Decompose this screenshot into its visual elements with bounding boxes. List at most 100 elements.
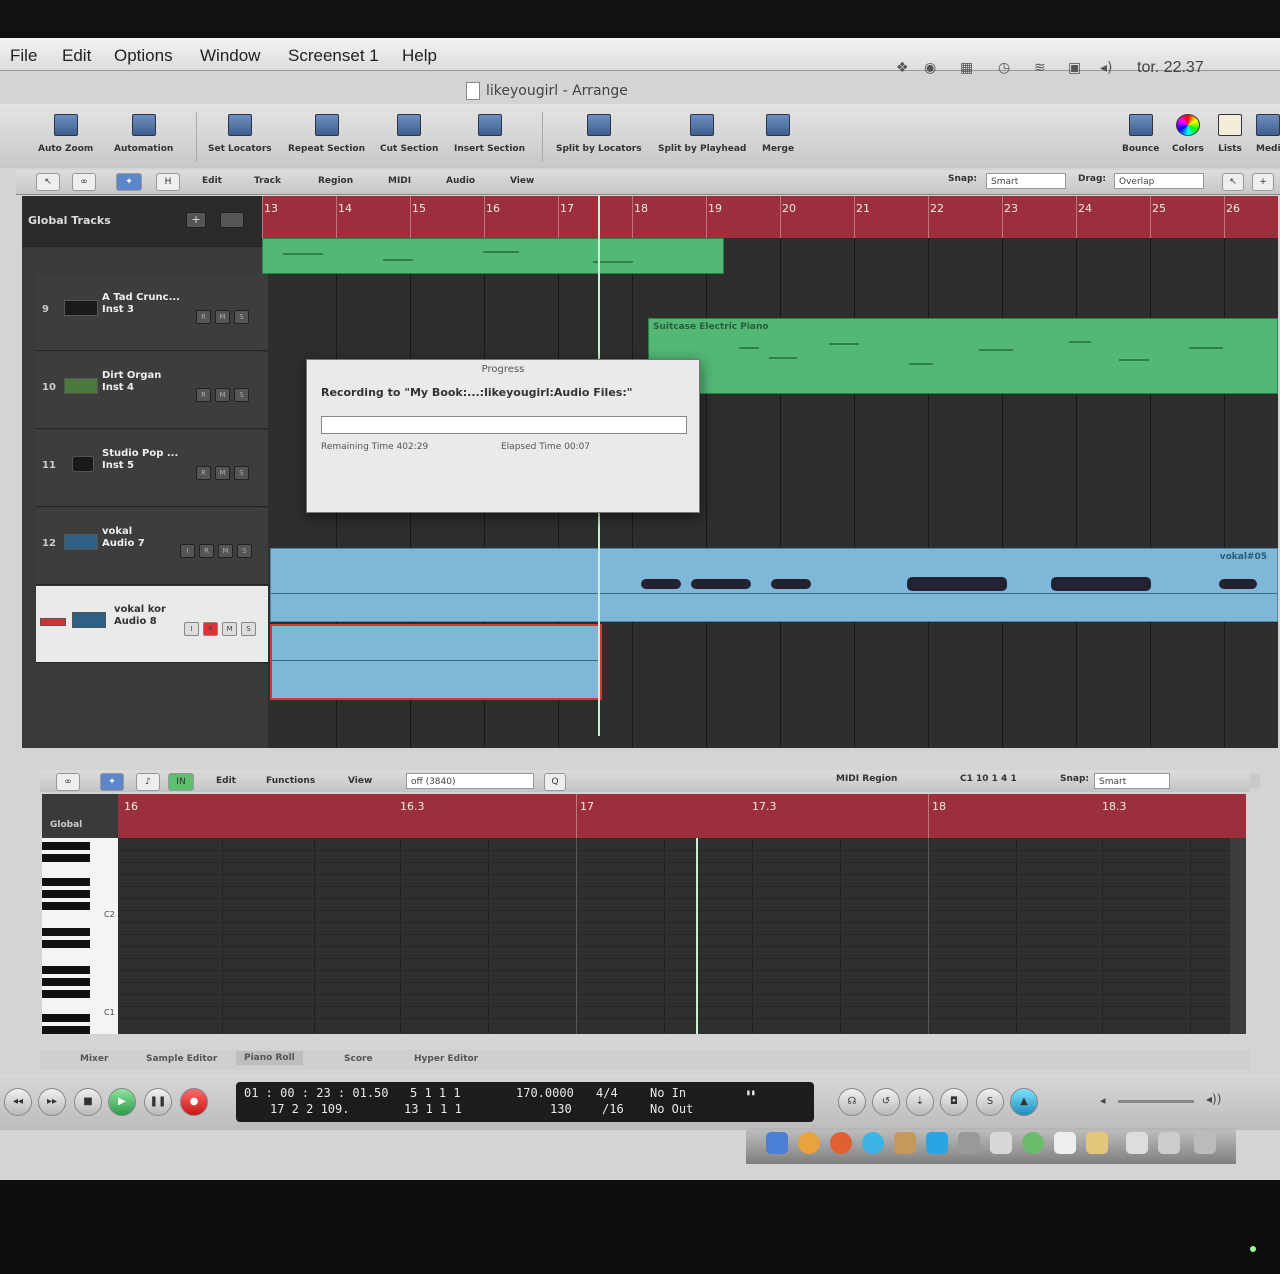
menu-window[interactable]: Window [200, 46, 260, 66]
chrome-icon[interactable] [798, 1132, 820, 1154]
piano-keyboard[interactable]: C2 C1 [42, 838, 118, 1034]
automation-button[interactable]: Automation [114, 114, 173, 154]
skype-icon[interactable] [926, 1132, 948, 1154]
tab-mixer[interactable]: Mixer [80, 1054, 108, 1064]
record-enable-button[interactable]: R [196, 310, 211, 324]
track-row[interactable]: 10 Dirt Organ Inst 4 RMS [36, 352, 268, 429]
record-enable-button[interactable]: R [196, 388, 211, 402]
low-latency-button[interactable]: ☊ [838, 1088, 866, 1116]
calendar-icon[interactable] [1054, 1132, 1076, 1154]
piano-roll-playhead[interactable] [696, 838, 698, 1034]
cut-section-button[interactable]: Cut Section [380, 114, 438, 154]
app-icon[interactable] [958, 1132, 980, 1154]
stop-button[interactable]: ■ [74, 1088, 102, 1116]
app-icon[interactable] [990, 1132, 1012, 1154]
solo-button[interactable]: S [234, 310, 249, 324]
bluetooth-icon[interactable]: ▦ [960, 60, 973, 76]
editor-snap-select[interactable]: Smart [1094, 773, 1170, 789]
trash-icon[interactable] [1194, 1132, 1216, 1154]
add-track-button[interactable]: + [186, 212, 206, 228]
document-icon[interactable] [1126, 1132, 1148, 1154]
crosshair-tool-button[interactable]: + [1252, 173, 1274, 191]
split-by-playhead-button[interactable]: Split by Playhead [658, 114, 746, 154]
audio-region-vokal[interactable]: vokal#05 [270, 548, 1278, 622]
catch-button[interactable]: ✦ [100, 773, 124, 791]
solo-transport-button[interactable]: S [976, 1088, 1004, 1116]
pointer-tool-button[interactable]: ↖ [36, 173, 60, 191]
track-menu[interactable]: Track [254, 173, 281, 189]
midi-menu[interactable]: MIDI [388, 173, 411, 189]
metronome-button[interactable]: ▲ [1010, 1088, 1038, 1116]
mute-button[interactable]: M [222, 622, 237, 636]
tab-score[interactable]: Score [344, 1054, 373, 1064]
rewind-button[interactable]: ◂◂ [4, 1088, 32, 1116]
menu-clock[interactable]: tor. 22.37 [1137, 59, 1204, 77]
record-enable-button[interactable]: R [196, 466, 211, 480]
solo-button[interactable]: S [237, 544, 252, 558]
input-monitor-button[interactable]: I [180, 544, 195, 558]
track-row[interactable]: 9 A Tad Crunc... Inst 3 RMS [36, 274, 268, 351]
colors-button[interactable]: Colors [1172, 114, 1204, 154]
menu-edit[interactable]: Edit [62, 46, 91, 66]
tab-piano-roll[interactable]: Piano Roll [236, 1051, 303, 1065]
quicktime-icon[interactable]: ◉ [924, 60, 936, 76]
menu-options[interactable]: Options [114, 46, 173, 66]
mute-button[interactable]: M [215, 310, 230, 324]
mute-button[interactable]: M [215, 466, 230, 480]
finder-icon[interactable] [766, 1132, 788, 1154]
pause-button[interactable]: ❚❚ [144, 1088, 172, 1116]
autopunch-button[interactable]: ⇣ [906, 1088, 934, 1116]
app-icon[interactable] [894, 1132, 916, 1154]
play-button[interactable]: ▶ [108, 1088, 136, 1116]
insert-section-button[interactable]: Insert Section [454, 114, 525, 154]
solo-button[interactable]: S [241, 622, 256, 636]
editor-functions-menu[interactable]: Functions [266, 773, 315, 789]
midi-out-button[interactable]: ♪ [136, 773, 160, 791]
app-icon[interactable] [1086, 1132, 1108, 1154]
lists-button[interactable]: Lists [1218, 114, 1242, 154]
set-locators-button[interactable]: Set Locators [208, 114, 272, 154]
tab-hyper-editor[interactable]: Hyper Editor [414, 1054, 478, 1064]
record-enable-button[interactable]: R [199, 544, 214, 558]
track-row[interactable]: 12 vokal Audio 7 IRMS [36, 508, 268, 585]
time-machine-icon[interactable]: ◷ [998, 60, 1010, 76]
in-button[interactable]: IN [168, 773, 194, 791]
auto-zoom-button[interactable]: Auto Zoom [38, 114, 93, 154]
master-volume-slider[interactable] [1118, 1100, 1194, 1103]
quantize-q-button[interactable]: Q [544, 773, 566, 791]
editor-view-menu[interactable]: View [348, 773, 372, 789]
quantize-select[interactable]: off (3840) [406, 773, 534, 789]
menu-screenset[interactable]: Screenset 1 [288, 46, 379, 66]
recording-region[interactable] [270, 624, 602, 700]
track-options-button[interactable] [220, 212, 244, 228]
replace-button[interactable]: ◘ [940, 1088, 968, 1116]
cycle-button[interactable]: ↺ [872, 1088, 900, 1116]
media-button[interactable]: Medi [1256, 114, 1280, 154]
piano-roll-global-row[interactable]: Global [42, 794, 118, 838]
document-icon[interactable] [1158, 1132, 1180, 1154]
merge-button[interactable]: Merge [762, 114, 794, 154]
audio-menu[interactable]: Audio [446, 173, 475, 189]
display-icon[interactable]: ▣ [1068, 60, 1081, 76]
track-row-selected[interactable]: vokal kor Audio 8 IRMS [36, 586, 268, 663]
midi-region-electric-piano[interactable]: Suitcase Electric Piano [648, 318, 1278, 394]
global-tracks-row[interactable]: Global Tracks + [22, 196, 262, 247]
solo-button[interactable]: S [234, 466, 249, 480]
mute-button[interactable]: M [218, 544, 233, 558]
record-enable-button[interactable]: R [203, 622, 218, 636]
snap-select[interactable]: Smart [986, 173, 1066, 189]
solo-button[interactable]: S [234, 388, 249, 402]
tool-menu-button[interactable]: ↖ [1222, 173, 1244, 191]
track-row[interactable]: 11 Studio Pop ... Inst 5 RMS [36, 430, 268, 507]
app-icon[interactable] [1022, 1132, 1044, 1154]
view-menu[interactable]: View [510, 173, 534, 189]
drag-select[interactable]: Overlap [1114, 173, 1204, 189]
menu-help[interactable]: Help [402, 46, 437, 66]
tab-sample-editor[interactable]: Sample Editor [146, 1054, 217, 1064]
edit-menu[interactable]: Edit [202, 173, 222, 189]
link-button[interactable]: ∞ [56, 773, 80, 791]
record-button[interactable]: ● [180, 1088, 208, 1116]
repeat-section-button[interactable]: Repeat Section [288, 114, 365, 154]
safari-icon[interactable] [862, 1132, 884, 1154]
input-monitor-button[interactable]: I [184, 622, 199, 636]
